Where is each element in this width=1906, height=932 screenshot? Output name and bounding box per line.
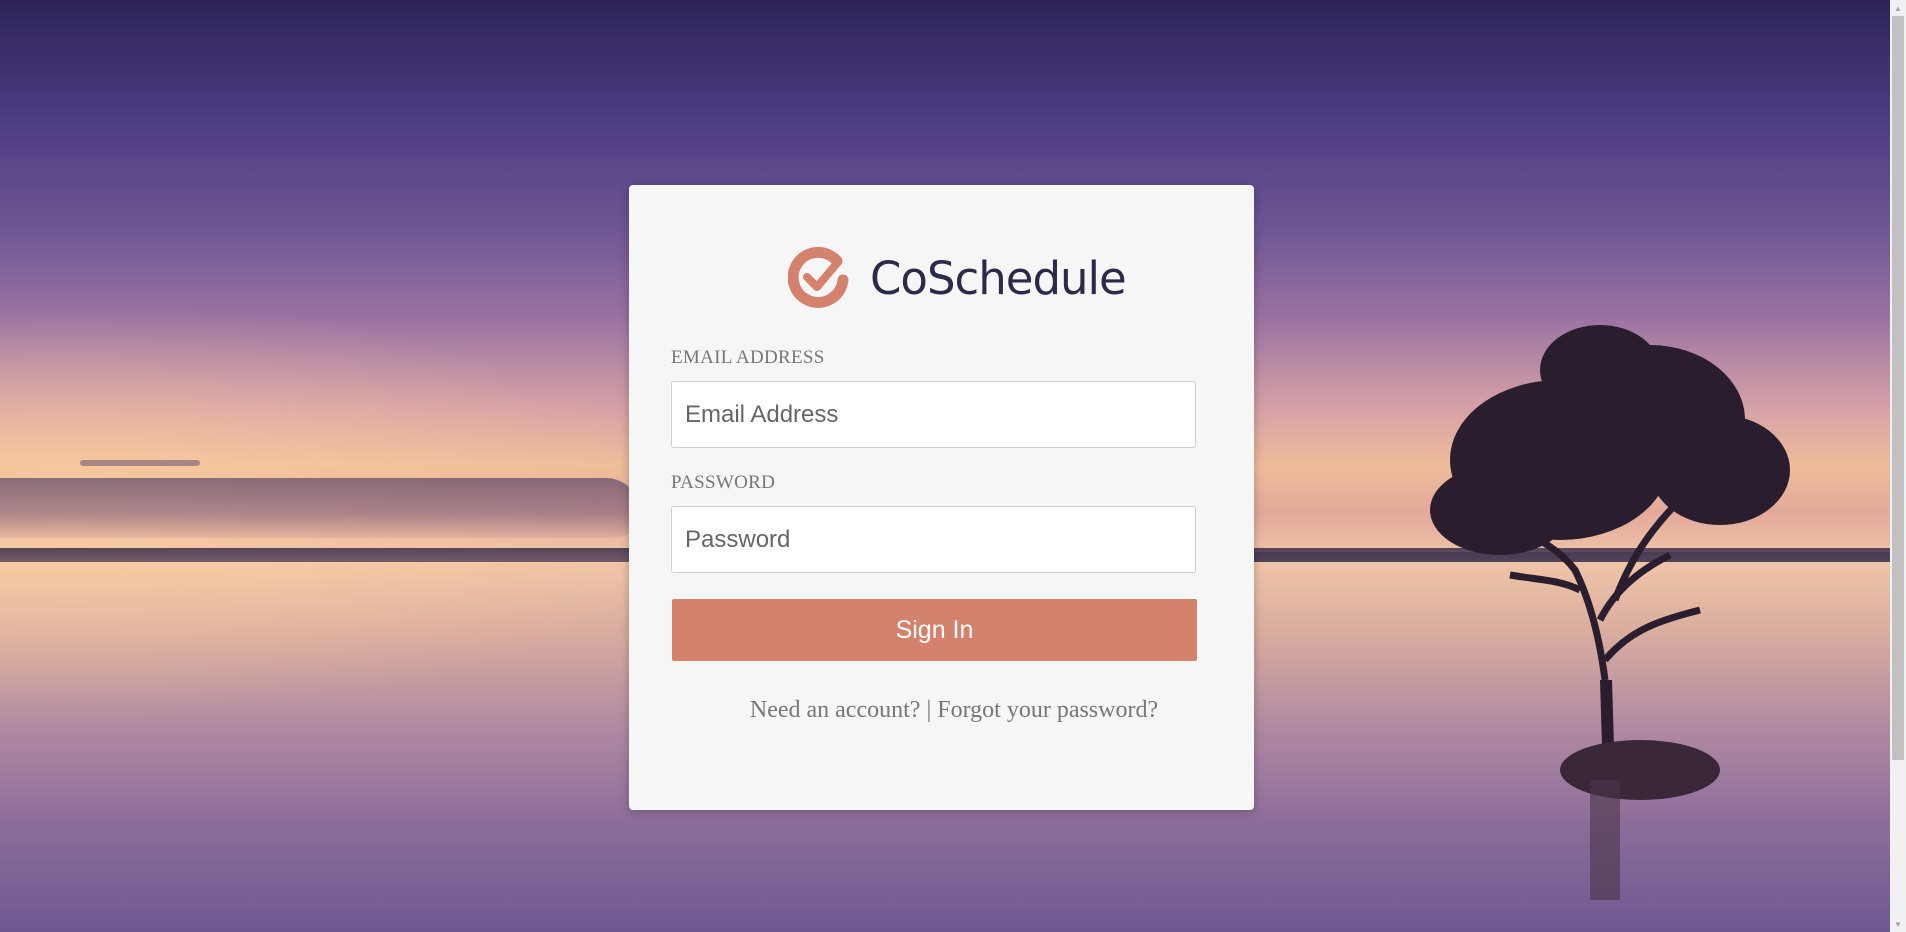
scroll-up-arrow-icon[interactable]: ▲: [1890, 0, 1906, 16]
email-label: EMAIL ADDRESS: [671, 347, 825, 368]
login-page: ▲ ▼ CoSchedule EMAIL ADDRESS PASSWORD Si…: [0, 0, 1906, 932]
brand-name: CoSchedule: [870, 251, 1127, 305]
coschedule-check-logo-icon: [788, 247, 849, 308]
scrollbar-thumb[interactable]: [1892, 16, 1904, 760]
password-label: PASSWORD: [671, 472, 776, 493]
need-account-link[interactable]: Need an account?: [750, 697, 921, 723]
sign-in-button[interactable]: Sign In: [672, 599, 1197, 661]
password-field[interactable]: [671, 506, 1196, 573]
forgot-password-link[interactable]: Forgot your password?: [937, 697, 1158, 723]
footer-links: Need an account? | Forgot your password?: [629, 697, 1279, 724]
scrollbar[interactable]: ▲ ▼: [1890, 0, 1906, 932]
link-separator: |: [920, 697, 938, 723]
login-card: CoSchedule EMAIL ADDRESS PASSWORD Sign I…: [629, 185, 1254, 810]
email-field[interactable]: [671, 381, 1196, 448]
brand-logo: CoSchedule: [788, 247, 1127, 309]
scroll-down-arrow-icon[interactable]: ▼: [1890, 916, 1906, 932]
tree-silhouette: [1430, 325, 1790, 900]
